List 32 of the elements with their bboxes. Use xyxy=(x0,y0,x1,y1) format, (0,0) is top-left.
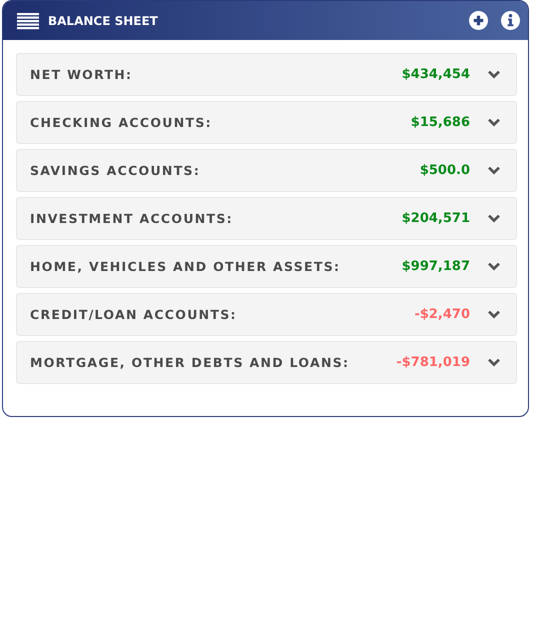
account-row[interactable]: HOME, VEHICLES AND OTHER ASSETS: $997,187 xyxy=(16,245,517,288)
account-value: $204,571 xyxy=(402,211,470,226)
account-value: -$2,470 xyxy=(414,307,470,322)
account-label: HOME, VEHICLES AND OTHER ASSETS: xyxy=(30,259,342,274)
chevron-icon[interactable] xyxy=(487,310,501,320)
account-value: -$781,019 xyxy=(396,355,470,370)
account-value: $997,187 xyxy=(402,259,470,274)
account-label: CREDIT/LOAN ACCOUNTS: xyxy=(30,307,238,322)
account-row[interactable]: SAVINGS ACCOUNTS: $500.0 xyxy=(16,149,517,192)
chevron-icon[interactable] xyxy=(487,358,501,368)
chevron-icon[interactable] xyxy=(487,214,501,224)
chevron-icon[interactable] xyxy=(487,118,501,128)
account-label: NET WORTH: xyxy=(30,67,134,82)
account-value: $434,454 xyxy=(402,67,470,82)
account-row[interactable]: CREDIT/LOAN ACCOUNTS: -$2,470 xyxy=(16,293,517,336)
menu-icon[interactable] xyxy=(17,12,39,30)
panel-title: BALANCE SHEET xyxy=(48,14,159,28)
account-row[interactable]: CHECKING ACCOUNTS: $15,686 xyxy=(16,101,517,144)
account-label: MORTGAGE, OTHER DEBTS AND LOANS: xyxy=(30,355,350,370)
chevron-icon[interactable] xyxy=(487,70,501,80)
account-row[interactable]: NET WORTH: $434,454 xyxy=(16,53,517,96)
chevron-icon[interactable] xyxy=(487,166,501,176)
account-row[interactable]: INVESTMENT ACCOUNTS: $204,571 xyxy=(16,197,517,240)
account-label: INVESTMENT ACCOUNTS: xyxy=(30,211,234,226)
add-icon[interactable] xyxy=(469,11,488,30)
account-value: $15,686 xyxy=(410,115,470,130)
account-value: $500.0 xyxy=(420,163,470,178)
info-icon[interactable] xyxy=(501,11,520,30)
chevron-icon[interactable] xyxy=(487,262,501,272)
account-label: SAVINGS ACCOUNTS: xyxy=(30,163,202,178)
account-label: CHECKING ACCOUNTS: xyxy=(30,115,213,130)
account-row[interactable]: MORTGAGE, OTHER DEBTS AND LOANS: -$781,019 xyxy=(16,341,517,384)
